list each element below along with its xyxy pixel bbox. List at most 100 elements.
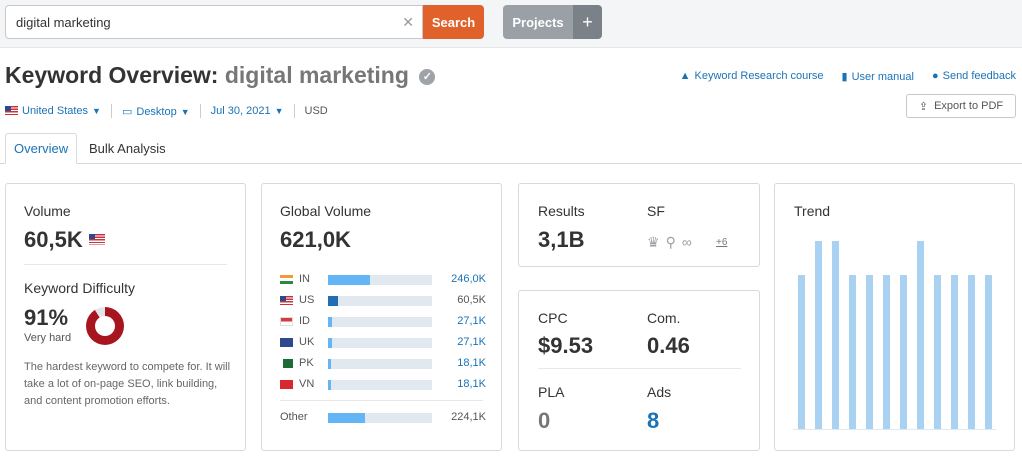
trend-bar[interactable] (985, 275, 992, 429)
volume-value: 60,5K (24, 227, 109, 253)
cpc-label: CPC (538, 310, 568, 326)
keyword-difficulty-description: The hardest keyword to compete for. It w… (24, 361, 231, 407)
keyword-difficulty-label: Keyword Difficulty (24, 280, 136, 296)
country-bar (328, 413, 432, 423)
difficulty-donut-chart (86, 307, 124, 345)
cpc-card: CPC $9.53 Com. 0.46 PLA 0 Ads 8 (518, 290, 760, 451)
vietnam-flag-icon (280, 380, 293, 389)
trend-baseline (793, 429, 996, 430)
trend-bar[interactable] (968, 275, 975, 429)
pla-label: PLA (538, 384, 565, 400)
volume-card: Volume 60,5K Keyword Difficulty 91% Very… (5, 183, 246, 451)
export-pdf-button[interactable]: ⇪ Export to PDF (906, 94, 1016, 118)
search-button[interactable]: Search (423, 5, 484, 39)
country-bar (328, 275, 432, 285)
graduation-cap-icon: ▲ (679, 70, 691, 82)
country-row[interactable]: US 60,5K (280, 294, 486, 308)
trend-bar[interactable] (815, 241, 822, 429)
top-bar: ✕ Search Projects + (0, 0, 1022, 48)
trend-card: Trend (774, 183, 1015, 451)
location-pin-icon[interactable]: ⚲ (666, 234, 682, 250)
country-bar-fill (328, 413, 365, 423)
link-icon[interactable]: ∞ (682, 234, 698, 250)
desktop-icon: ▭ (121, 105, 133, 118)
trend-bar[interactable] (832, 241, 839, 429)
cpc-value: $9.53 (538, 333, 594, 358)
filters-bar: United States ▼ ▭ Desktop ▼ Jul 30, 2021 ▼ U… (5, 104, 328, 118)
country-bar-fill (328, 275, 370, 285)
trend-bar[interactable] (798, 275, 805, 429)
device-select[interactable]: ▭ Desktop ▼ (122, 105, 190, 118)
country-bar (328, 380, 432, 390)
tab-overview[interactable]: Overview (5, 133, 78, 164)
country-row[interactable]: UK 27,1K (280, 336, 486, 350)
user-manual-link[interactable]: ▮ User manual (842, 70, 914, 83)
close-icon[interactable]: ✕ (402, 14, 414, 31)
country-bar-fill (328, 380, 331, 390)
country-row-other: Other 224,1K (280, 411, 486, 423)
pakistan-flag-icon (280, 359, 293, 368)
keyword-difficulty-level: Very hard (24, 332, 72, 344)
global-volume-card: Global Volume 621,0K IN 246,0K US 60,5K … (261, 183, 502, 451)
divider (293, 104, 295, 118)
us-flag-icon (280, 296, 293, 305)
country-select[interactable]: United States ▼ (5, 105, 101, 117)
results-card: Results 3,1B SF ♛⚲∞ +6 (518, 183, 760, 267)
trend-bar[interactable] (934, 275, 941, 429)
trend-bar[interactable] (849, 275, 856, 429)
projects-button[interactable]: Projects (503, 5, 573, 39)
us-flag-icon (88, 234, 105, 245)
country-row[interactable]: PK 18,1K (280, 357, 486, 371)
keyword-research-course-link[interactable]: ▲ Keyword Research course (680, 70, 824, 83)
trend-bar[interactable] (883, 275, 890, 429)
trend-bar[interactable] (951, 275, 958, 429)
country-row[interactable]: VN 18,1K (280, 378, 486, 392)
check-circle-icon: ✓ (419, 69, 436, 85)
trend-label: Trend (794, 203, 831, 219)
header-links: ▲ Keyword Research course ▮ User manual ● S… (680, 70, 1016, 83)
divider (280, 400, 483, 401)
serp-features-label: SF (647, 203, 665, 219)
add-project-button[interactable]: + (573, 5, 602, 39)
global-volume-label: Global Volume (280, 203, 372, 219)
competition-value: 0.46 (647, 333, 690, 358)
country-row[interactable]: ID 27,1K (280, 315, 486, 329)
trend-bar[interactable] (900, 275, 907, 429)
competition-label: Com. (647, 310, 681, 326)
country-row[interactable]: IN 246,0K (280, 273, 486, 287)
ads-value[interactable]: 8 (647, 408, 659, 434)
divider (24, 264, 227, 265)
country-bar-fill (328, 338, 332, 348)
page-title-prefix: Keyword Overview: (5, 62, 219, 88)
page-title: Keyword Overview: digital marketing ✓ (5, 62, 436, 89)
trend-bar[interactable] (866, 275, 873, 429)
country-bar-fill (328, 317, 332, 327)
country-bar (328, 296, 432, 306)
keyword-difficulty-value: 91% (24, 305, 69, 330)
ads-label: Ads (647, 384, 672, 400)
chat-bubble-icon: ● (931, 70, 939, 82)
page-title-keyword: digital marketing (224, 62, 409, 88)
divider (110, 104, 112, 118)
trend-bar[interactable] (917, 241, 924, 429)
export-icon: ⇪ (918, 100, 929, 113)
tab-bulk-analysis[interactable]: Bulk Analysis (81, 133, 174, 164)
search-input[interactable] (6, 6, 386, 38)
send-feedback-link[interactable]: ● Send feedback (932, 70, 1016, 83)
country-bar (328, 359, 432, 369)
country-bar-fill (328, 296, 338, 306)
country-bar-fill (328, 359, 331, 369)
crown-icon[interactable]: ♛ (647, 234, 666, 250)
divider (538, 368, 741, 369)
serp-features-more[interactable]: +6 (716, 237, 727, 248)
india-flag-icon (280, 275, 293, 284)
indonesia-flag-icon (280, 317, 293, 326)
currency-label: USD (304, 105, 328, 117)
country-bar (328, 317, 432, 327)
search-box[interactable]: ✕ (5, 5, 423, 39)
country-bar (328, 338, 432, 348)
tabs-bar: Overview Bulk Analysis (0, 133, 1022, 164)
date-select[interactable]: Jul 30, 2021 ▼ (211, 105, 284, 117)
divider (199, 104, 201, 118)
chevron-down-icon: ▼ (92, 106, 101, 116)
